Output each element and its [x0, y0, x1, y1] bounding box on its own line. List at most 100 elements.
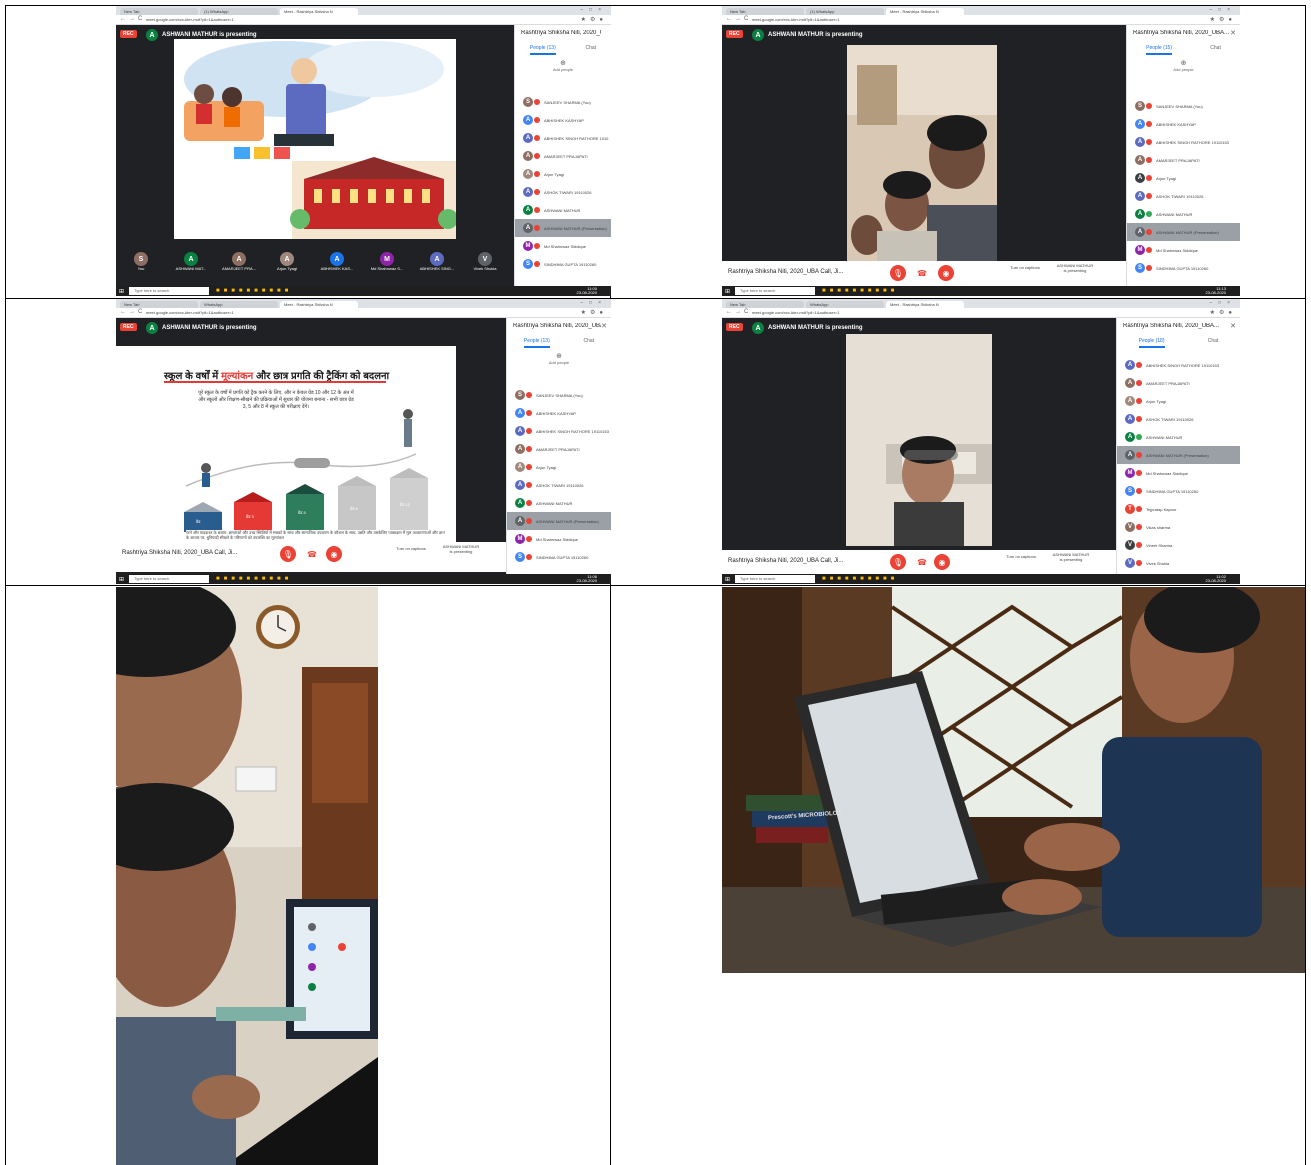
browser-tab[interactable]: New Tab	[726, 8, 804, 15]
participant-row[interactable]: A ASHWANI MATHUR	[515, 201, 611, 219]
presenting-status[interactable]: ASHWANI MATHUR is presenting	[1052, 552, 1090, 562]
participant-row[interactable]: A ASHWANI MATHUR (Presentation)	[507, 512, 611, 530]
meeting-details[interactable]: Rashtriya Shiksha Niti, 2020_UBA Call, J…	[122, 550, 237, 556]
participant-row[interactable]: A Arjun Tyagi	[515, 165, 611, 183]
participant-row[interactable]: A ASHOK TIWARI 19110026	[507, 476, 611, 494]
participant-row[interactable]: V Vineet Sharma	[1117, 536, 1240, 554]
participant-tile[interactable]: A AMARJEET PRA...	[220, 245, 258, 273]
participant-row[interactable]: A ABHISHEK KASHYAP	[515, 111, 611, 129]
navigation-icons[interactable]: ←→C	[120, 309, 145, 315]
participant-tile[interactable]: A ABHISHEK SING...	[418, 245, 456, 273]
mic-off-button[interactable]: 🎙	[280, 546, 296, 562]
url-field[interactable]: meet.google.com/xxx-kbrr-mdt?pli=1&authu…	[752, 310, 872, 316]
camera-off-button[interactable]: ◉	[938, 265, 954, 281]
windows-start-icon[interactable]: ⊞	[119, 288, 124, 295]
presenting-status[interactable]: ASHWANI MATHUR is presenting	[1056, 263, 1094, 273]
participant-tile[interactable]: M Md Shahnwaz S...	[368, 245, 406, 273]
tab-people[interactable]: People (13)	[523, 336, 550, 348]
add-people-button[interactable]: ⊕ Add people	[1127, 59, 1240, 72]
browser-tab-active[interactable]: Meet - Rashtriya Shiksha N	[280, 301, 358, 308]
taskbar-app-icons[interactable]: ■■■■■■■■■■	[822, 576, 898, 582]
url-field[interactable]: meet.google.com/xxx-kbrr-mdt?pli=1&authu…	[146, 310, 266, 316]
window-controls[interactable]: –□×	[580, 300, 607, 306]
participant-row[interactable]: S SINDHIMA GUPTA 19110260	[1127, 259, 1240, 277]
windows-start-icon[interactable]: ⊞	[725, 576, 730, 583]
mic-off-button[interactable]: 🎙	[890, 265, 906, 281]
taskbar-app-icons[interactable]: ■■■■■■■■■■	[822, 288, 898, 294]
participant-row[interactable]: M Md Shahnwaz Siddique	[507, 530, 611, 548]
participant-row[interactable]: A AMARJEET PRAJAPATI	[1127, 151, 1240, 169]
browser-tab-active[interactable]: Meet - Rashtriya Shiksha N	[280, 8, 358, 15]
camera-off-button[interactable]: ◉	[326, 546, 342, 562]
participant-row[interactable]: A ASHWANI MATHUR (Presentation)	[515, 219, 611, 237]
taskbar-app-icons[interactable]: ■■■■■■■■■■	[216, 576, 292, 582]
participant-row[interactable]: V Vikas sharma	[1117, 518, 1240, 536]
add-people-button[interactable]: ⊕ Add people	[515, 59, 611, 72]
browser-tab[interactable]: New Tab	[726, 301, 804, 308]
url-field[interactable]: meet.google.com/xxx-kbrr-mdt?pli=1&authu…	[752, 17, 872, 23]
tab-chat[interactable]: Chat	[1208, 336, 1219, 348]
participant-row[interactable]: A ASHWANI MATHUR	[1127, 205, 1240, 223]
participant-row[interactable]: A AMARJEET PRAJAPATI	[515, 147, 611, 165]
leave-call-button[interactable]: ☎	[914, 554, 930, 570]
participant-tile[interactable]: A Arjun Tyagi	[268, 245, 306, 273]
browser-tab[interactable]: WhatsApp	[806, 301, 884, 308]
captions-button[interactable]: Turn on captions	[1008, 265, 1042, 270]
add-people-button[interactable]: ⊕ Add people	[507, 352, 611, 365]
participant-row[interactable]: A ASHWANI MATHUR	[507, 494, 611, 512]
participant-row[interactable]: A ASHWANI MATHUR (Presentation)	[1127, 223, 1240, 241]
browser-toolbar-icons[interactable]: ★⚙●	[581, 16, 607, 23]
browser-tab-active[interactable]: Meet - Rashtriya Shiksha N	[886, 301, 964, 308]
participant-tile[interactable]: V Vivek Shukla	[466, 245, 504, 273]
camera-off-button[interactable]: ◉	[934, 554, 950, 570]
taskbar-search[interactable]: Type here to search	[129, 287, 209, 295]
participant-row[interactable]: A ASHWANI MATHUR (Presentation)	[1117, 446, 1240, 464]
participant-row[interactable]: A ABHISHEK SINGH RATHORE 19110153	[1127, 133, 1240, 151]
participant-row[interactable]: S SANJEEV SHARMA (You)	[507, 386, 611, 404]
browser-toolbar-icons[interactable]: ★⚙●	[1210, 309, 1236, 316]
tab-chat[interactable]: Chat	[584, 336, 595, 348]
participant-row[interactable]: S SINDHIMA GUPTA 19110260	[507, 548, 611, 566]
participant-row[interactable]: A ASHOK TIWARI 19110026	[515, 183, 611, 201]
tab-chat[interactable]: Chat	[1210, 43, 1221, 55]
browser-toolbar-icons[interactable]: ★⚙●	[581, 309, 607, 316]
participant-row[interactable]: V Vivek Shukla	[1117, 554, 1240, 572]
leave-call-button[interactable]: ☎	[304, 546, 320, 562]
participant-row[interactable]: A Arjun Tyagi	[507, 458, 611, 476]
participant-row[interactable]: S SANJEEV SHARMA (You)	[515, 93, 611, 111]
browser-tab[interactable]: (1) WhatsApp	[806, 8, 884, 15]
participant-row[interactable]: A AMARJEET PRAJAPATI	[507, 440, 611, 458]
participant-tile[interactable]: A ABHISHEK KAS...	[318, 245, 356, 273]
taskbar-search[interactable]: Type here to search	[129, 575, 209, 583]
close-icon[interactable]: ✕	[1230, 322, 1236, 330]
tab-people[interactable]: People (13)	[529, 43, 556, 55]
mic-off-button[interactable]: 🎙	[890, 554, 906, 570]
participant-row[interactable]: A AMARJEET PRAJAPATI	[1117, 374, 1240, 392]
participant-row[interactable]: A ASHWANI MATHUR	[1117, 428, 1240, 446]
window-controls[interactable]: –□×	[580, 7, 607, 13]
close-icon[interactable]: ✕	[601, 322, 607, 330]
participant-row[interactable]: A ABHISHEK KASHYAP	[507, 404, 611, 422]
participant-row[interactable]: M Md Shahnwaz Siddique	[1117, 464, 1240, 482]
participant-row[interactable]: A ABHISHEK SINGH RATHORE 19110153	[507, 422, 611, 440]
navigation-icons[interactable]: ←→C	[726, 309, 751, 315]
participant-row[interactable]: A Arjun Tyagi	[1117, 392, 1240, 410]
browser-tab[interactable]: New Tab	[120, 8, 198, 15]
url-field[interactable]: meet.google.com/xxx-kbrr-mdt?pli=1&authu…	[146, 17, 266, 23]
navigation-icons[interactable]: ←→C	[726, 16, 751, 22]
participant-row[interactable]: M Md Shahnwaz Siddique	[1127, 241, 1240, 259]
captions-button[interactable]: Turn on captions	[394, 546, 428, 551]
participant-row[interactable]: M Md Shahnwaz Siddique	[515, 237, 611, 255]
participant-row[interactable]: T Tejpratap Kapoor	[1117, 500, 1240, 518]
participant-row[interactable]: S SANJEEV SHARMA (You)	[1127, 97, 1240, 115]
window-controls[interactable]: –□×	[1209, 7, 1236, 13]
browser-tab[interactable]: New Tab	[120, 301, 198, 308]
participant-row[interactable]: S SINDHIMA GUPTA 19110260	[1117, 482, 1240, 500]
participant-row[interactable]: A ASHOK TIWARI 19110026	[1117, 410, 1240, 428]
tab-people[interactable]: People (18)	[1138, 336, 1165, 348]
windows-start-icon[interactable]: ⊞	[119, 576, 124, 583]
tab-chat[interactable]: Chat	[586, 43, 597, 55]
browser-tab[interactable]: WhatsApp	[200, 301, 278, 308]
windows-start-icon[interactable]: ⊞	[725, 288, 730, 295]
close-icon[interactable]: ✕	[1230, 29, 1236, 37]
